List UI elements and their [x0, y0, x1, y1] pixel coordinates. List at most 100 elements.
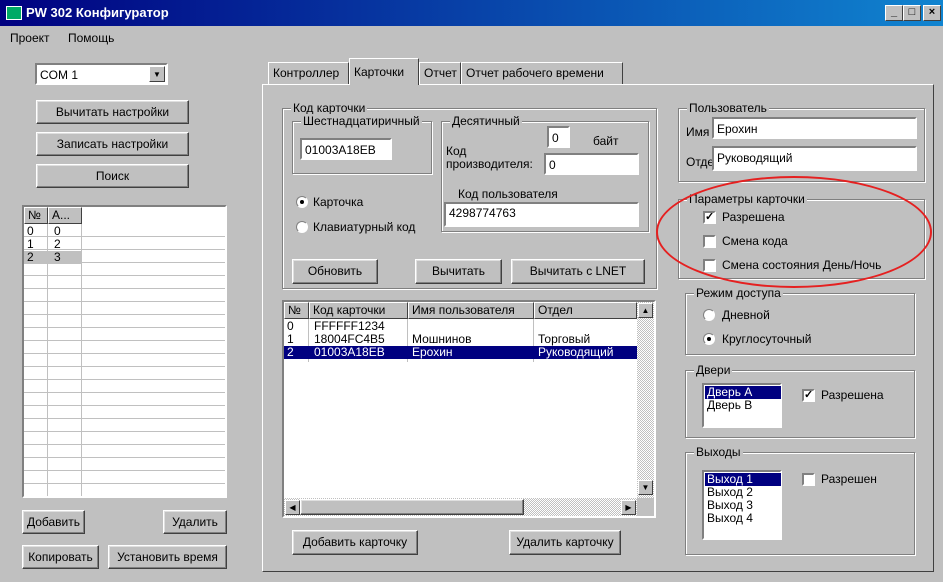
table-row[interactable]: 2	[287, 346, 294, 359]
list-item[interactable]: Дверь В	[707, 399, 752, 412]
cards-col-no[interactable]: №	[284, 302, 309, 319]
grid-divider	[81, 224, 82, 496]
cell-no: 1	[287, 332, 294, 346]
tab-work-time-report[interactable]: Отчет рабочего времени	[461, 62, 623, 84]
scroll-up-icon[interactable]: ▲	[638, 303, 653, 318]
read-button[interactable]: Вычитать	[415, 259, 502, 284]
checkbox-output-allowed-label: Разрешен	[821, 472, 877, 486]
write-settings-button[interactable]: Записать настройки	[36, 132, 189, 156]
radio-day[interactable]	[703, 309, 715, 321]
hex-group-label: Шестнадцатиричный	[301, 114, 422, 128]
user-code-value: 4298774763	[449, 206, 516, 220]
menu-bar: Проект Помощь	[0, 27, 943, 49]
cards-col-name[interactable]: Имя пользователя	[408, 302, 534, 319]
controller-col-addr[interactable]: А...	[48, 207, 82, 224]
scroll-corner	[637, 498, 654, 516]
chevron-down-icon[interactable]: ▼	[149, 66, 165, 82]
radio-round-clock[interactable]	[703, 333, 715, 345]
add-card-button[interactable]: Добавить карточку	[292, 530, 418, 555]
table-row[interactable]: 01003A18EB	[314, 346, 385, 359]
tab-cards[interactable]: Карточки	[349, 58, 419, 85]
tab-controller[interactable]: Контроллер	[268, 62, 349, 84]
byte-label: байт	[593, 134, 619, 148]
doors-group-label: Двери	[694, 363, 733, 377]
cell-code: 01003A18EB	[314, 345, 385, 359]
read-settings-button[interactable]: Вычитать настройки	[36, 100, 189, 124]
window-title: PW 302 Конфигуратор	[26, 5, 169, 20]
minimize-button[interactable]: _	[885, 5, 903, 21]
scroll-right-icon[interactable]: ▶	[621, 500, 636, 515]
set-time-button[interactable]: Установить время	[108, 545, 227, 569]
radio-keypad-label: Клавиатурный код	[313, 220, 416, 234]
highlight-ellipse	[656, 176, 932, 288]
hex-code-input[interactable]: 01003A18EB	[300, 138, 392, 160]
list-item[interactable]: Выход 4	[707, 512, 753, 525]
radio-card-label: Карточка	[313, 195, 364, 209]
checkbox-door-allowed[interactable]: ✓	[802, 389, 815, 402]
scroll-left-icon[interactable]: ◀	[285, 500, 300, 515]
refresh-button[interactable]: Обновить	[292, 259, 378, 284]
delete-controller-button[interactable]: Удалить	[163, 510, 227, 534]
hex-code-value: 01003A18EB	[305, 143, 376, 157]
read-lnet-button[interactable]: Вычитать с LNET	[511, 259, 645, 284]
cell-no: 0	[287, 319, 294, 333]
manufacturer-label-1: Код	[446, 144, 467, 158]
checkbox-door-allowed-label: Разрешена	[821, 388, 884, 402]
menu-help[interactable]: Помощь	[68, 31, 114, 45]
cell-no: 0	[27, 224, 34, 238]
controller-grid-lines	[24, 224, 225, 496]
cell-addr: 0	[54, 224, 61, 238]
table-row[interactable]: 3	[54, 251, 61, 264]
checkbox-output-allowed[interactable]	[802, 473, 815, 486]
radio-round-clock-label: Круглосуточный	[722, 332, 812, 346]
controller-list[interactable]: № А... 0 0 1 2 2 3	[22, 205, 227, 498]
copy-button[interactable]: Копировать	[22, 545, 99, 569]
user-group-label: Пользователь	[687, 101, 769, 115]
cards-table[interactable]: № Код карточки Имя пользователя Отдел 0 …	[282, 300, 656, 518]
user-name-label: Имя	[686, 125, 710, 139]
cell-dept: Торговый	[538, 332, 591, 346]
byte-input[interactable]: 0	[547, 126, 570, 148]
radio-keypad[interactable]	[296, 221, 308, 233]
table-row[interactable]: Руководящий	[538, 346, 614, 359]
card-code-group-label: Код карточки	[291, 101, 368, 115]
tab-report[interactable]: Отчет	[419, 62, 461, 84]
cell-no: 1	[27, 237, 34, 251]
cell-code: 18004FC4B5	[314, 332, 385, 346]
grid-divider	[47, 224, 48, 496]
outputs-list[interactable]: Выход 1 Выход 2 Выход 3 Выход 4	[702, 470, 782, 540]
app-icon	[6, 6, 22, 20]
manufacturer-code-input[interactable]: 0	[544, 153, 639, 175]
radio-day-label: Дневной	[722, 308, 770, 322]
add-controller-button[interactable]: Добавить	[22, 510, 85, 534]
table-row[interactable]: Ерохин	[412, 346, 453, 359]
user-name-input[interactable]: Ерохин	[712, 117, 917, 139]
com-port-select[interactable]: COM 1 ▼	[35, 63, 168, 85]
search-button[interactable]: Поиск	[36, 164, 189, 188]
access-mode-group-label: Режим доступа	[694, 286, 783, 300]
title-bar: PW 302 Конфигуратор _ □ ×	[0, 0, 943, 26]
cell-dept: Руководящий	[538, 345, 614, 359]
cards-vertical-scrollbar[interactable]	[637, 302, 654, 498]
radio-card[interactable]	[296, 196, 308, 208]
manufacturer-code-value: 0	[549, 158, 556, 172]
menu-project[interactable]: Проект	[10, 31, 50, 45]
byte-value: 0	[552, 131, 559, 145]
scroll-down-icon[interactable]: ▼	[638, 480, 653, 495]
cards-col-code[interactable]: Код карточки	[309, 302, 408, 319]
user-dept-input[interactable]: Руководящий	[712, 146, 917, 171]
doors-list[interactable]: Дверь А Дверь В	[702, 383, 782, 428]
user-code-input[interactable]: 4298774763	[444, 202, 639, 227]
controller-col-no[interactable]: №	[24, 207, 48, 224]
close-button[interactable]: ×	[923, 5, 941, 21]
outputs-group-label: Выходы	[694, 445, 743, 459]
user-code-label: Код пользователя	[458, 187, 558, 201]
cell-no: 2	[27, 250, 34, 264]
maximize-button[interactable]: □	[903, 5, 921, 21]
table-row[interactable]: 2	[27, 251, 34, 264]
user-dept-value: Руководящий	[717, 151, 793, 165]
horizontal-scroll-thumb[interactable]	[300, 499, 524, 515]
delete-card-button[interactable]: Удалить карточку	[509, 530, 621, 555]
cards-col-dept[interactable]: Отдел	[534, 302, 637, 319]
cell-addr: 2	[54, 237, 61, 251]
